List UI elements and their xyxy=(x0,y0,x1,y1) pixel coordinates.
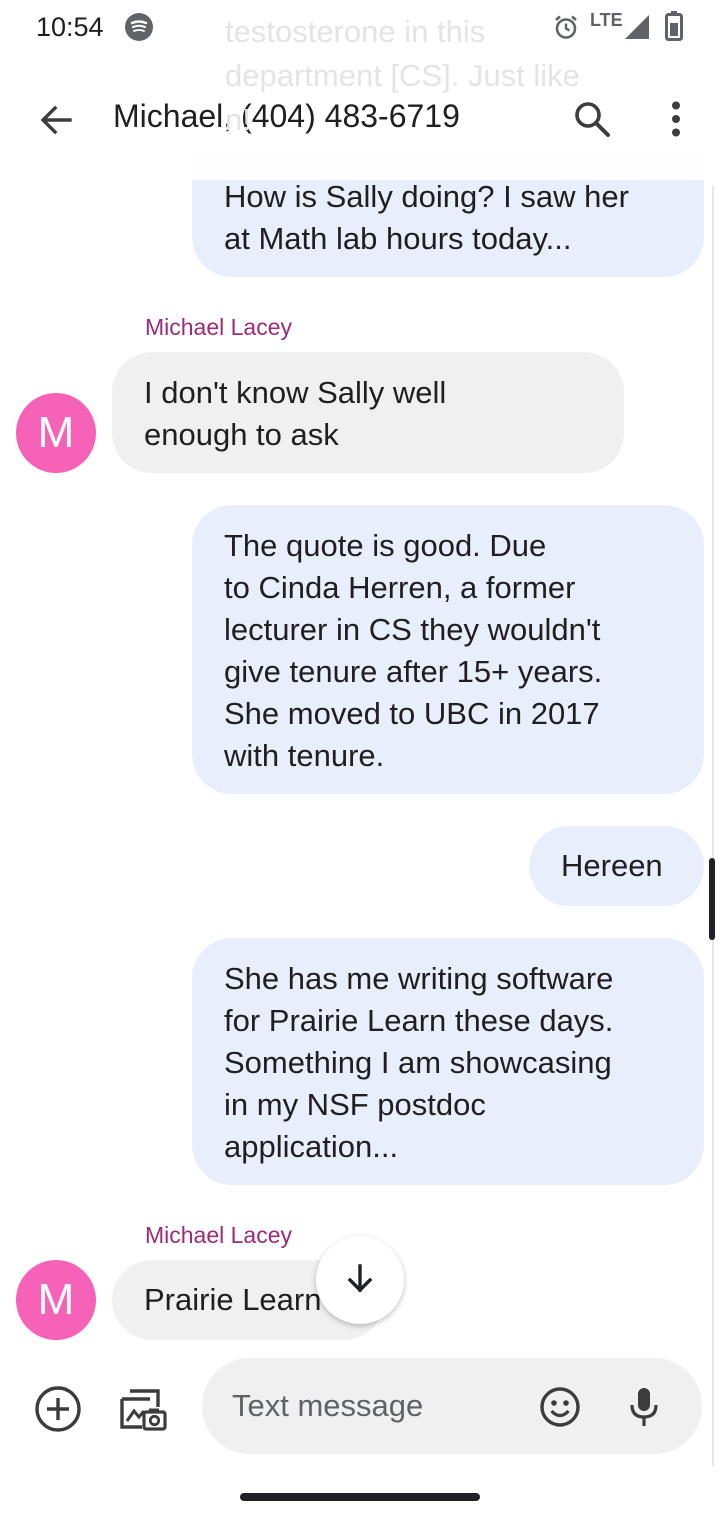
conversation-header: Michael, (404) 483-6719 xyxy=(0,56,720,180)
message-bubble-outgoing[interactable]: She has me writing software for Prairie … xyxy=(192,938,704,1185)
back-arrow-icon[interactable] xyxy=(36,100,76,140)
scrollbar-thumb[interactable] xyxy=(709,858,715,940)
add-circle-icon[interactable] xyxy=(32,1383,84,1435)
search-icon[interactable] xyxy=(571,98,613,140)
mic-icon[interactable] xyxy=(626,1384,662,1430)
message-bubble-outgoing[interactable]: Hereen xyxy=(529,826,704,906)
conversation-title[interactable]: Michael, (404) 483-6719 xyxy=(113,98,460,135)
message-bubble-outgoing[interactable]: The quote is good. Due to Cinda Herren, … xyxy=(192,505,704,794)
text-message-input[interactable]: Text message xyxy=(202,1358,702,1454)
avatar[interactable]: M xyxy=(16,1260,96,1340)
sender-name: Michael Lacey xyxy=(145,1222,293,1248)
avatar[interactable]: M xyxy=(16,393,96,473)
battery-icon xyxy=(665,11,683,46)
messages-screen: How is Sally doing? I saw her at Math la… xyxy=(0,0,720,1520)
more-vert-icon[interactable] xyxy=(660,96,692,142)
home-gesture-bar[interactable] xyxy=(240,1493,480,1501)
sender-name: Michael Lacey xyxy=(145,314,293,340)
alarm-icon xyxy=(552,13,580,46)
gallery-icon[interactable] xyxy=(116,1381,170,1435)
emoji-icon[interactable] xyxy=(538,1385,582,1429)
scroll-to-bottom-button[interactable] xyxy=(316,1236,404,1324)
text-message-placeholder: Text message xyxy=(232,1388,424,1423)
status-time: 10:54 xyxy=(36,12,104,42)
arrow-down-icon xyxy=(343,1261,377,1300)
network-type-label: LTE xyxy=(590,10,623,30)
scrollbar-track xyxy=(712,186,714,1466)
message-bubble-incoming[interactable]: I don't know Sally well enough to ask xyxy=(112,352,624,473)
spotify-icon xyxy=(125,13,153,41)
signal-icon xyxy=(623,13,651,46)
status-bar: 10:54 LTE xyxy=(0,0,720,56)
